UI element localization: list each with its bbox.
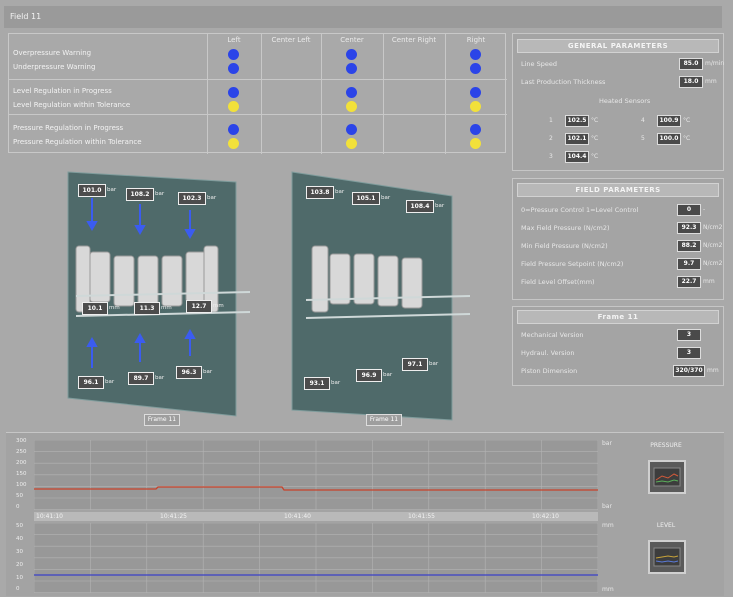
- pressure-chart-svg: [33, 439, 599, 510]
- pressure-y-tick: 150: [16, 471, 27, 477]
- time-label: 10:41:25: [160, 513, 187, 520]
- time-axis: [34, 512, 598, 521]
- unit-label: bar: [203, 369, 213, 375]
- level-y-tick: 30: [16, 549, 23, 555]
- unit-label: bar: [383, 372, 393, 378]
- level-trend-chart: [33, 522, 599, 593]
- time-label: 10:41:40: [284, 513, 311, 520]
- level-trend-button[interactable]: [648, 540, 686, 574]
- left-top-pressure: 101.0: [78, 184, 106, 197]
- right-top-pressure: 105.1: [352, 192, 380, 205]
- right-top-pressure: 103.8: [306, 186, 334, 199]
- right-bottom-pressure: 97.1: [402, 358, 428, 371]
- unit-label: bar: [435, 203, 445, 209]
- level-y-tick: 10: [16, 575, 23, 581]
- left-level: 12.7: [186, 300, 212, 313]
- left-frame-caption: Frame 11: [144, 414, 180, 426]
- level-y-tick: 0: [16, 586, 20, 592]
- unit-label: bar: [207, 195, 217, 201]
- level-y-tick: 40: [16, 536, 23, 542]
- right-bottom-pressure: 93.1: [304, 377, 330, 390]
- pressure-y-tick: 0: [16, 504, 20, 510]
- time-label: 10:41:10: [36, 513, 63, 520]
- trend-icon: [653, 467, 681, 487]
- pressure-y-tick: 300: [16, 438, 27, 444]
- level-chart-svg: [33, 522, 599, 593]
- unit-label: mm: [161, 305, 172, 311]
- pressure-y-tick: 200: [16, 460, 27, 466]
- left-top-pressure: 108.2: [126, 188, 154, 201]
- pressure-button-label: PRESSURE: [650, 442, 682, 449]
- left-bottom-pressure: 96.3: [176, 366, 202, 379]
- pressure-y-tick: 250: [16, 449, 27, 455]
- unit-label: bar: [105, 379, 115, 385]
- level-unit-bottom: mm: [602, 586, 614, 593]
- pressure-y-tick: 50: [16, 493, 23, 499]
- unit-label: bar: [429, 361, 439, 367]
- right-frame-caption: Frame 11: [366, 414, 402, 426]
- right-bottom-pressure: 96.9: [356, 369, 382, 382]
- left-top-pressure: 102.3: [178, 192, 206, 205]
- pressure-unit-bottom: bar: [602, 503, 612, 510]
- unit-label: bar: [381, 195, 391, 201]
- level-y-tick: 50: [16, 523, 23, 529]
- left-level: 11.3: [134, 302, 160, 315]
- trend-icon: [653, 547, 681, 567]
- unit-label: mm: [213, 303, 224, 309]
- unit-label: bar: [155, 375, 165, 381]
- pressure-trend-chart: [33, 439, 599, 510]
- unit-label: bar: [331, 380, 341, 386]
- time-label: 10:41:55: [408, 513, 435, 520]
- level-unit-top: mm: [602, 522, 614, 529]
- left-bottom-pressure: 89.7: [128, 372, 154, 385]
- pressure-unit-top: bar: [602, 440, 612, 447]
- pressure-y-tick: 100: [16, 482, 27, 488]
- right-top-pressure: 108.4: [406, 200, 434, 213]
- pressure-trend-button[interactable]: [648, 460, 686, 494]
- level-button-label: LEVEL: [656, 522, 676, 529]
- unit-label: bar: [107, 187, 117, 193]
- unit-label: bar: [335, 189, 345, 195]
- unit-label: mm: [109, 305, 120, 311]
- left-level: 10.1: [82, 302, 108, 315]
- level-y-tick: 20: [16, 562, 23, 568]
- unit-label: bar: [155, 191, 165, 197]
- left-bottom-pressure: 96.1: [78, 376, 104, 389]
- time-label: 10:42:10: [532, 513, 559, 520]
